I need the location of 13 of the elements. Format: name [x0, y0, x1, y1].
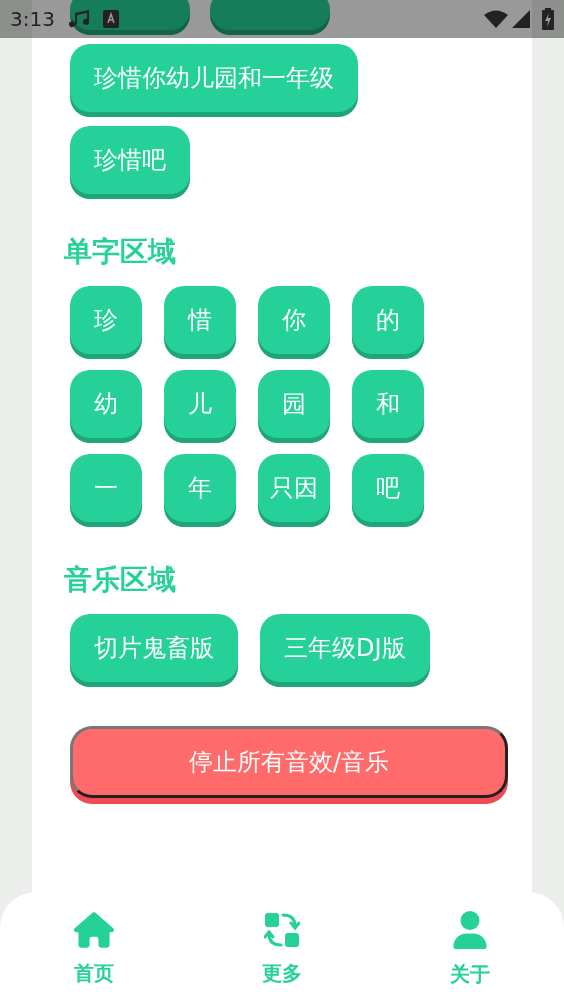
nav-tab[interactable]: 关于 — [420, 911, 520, 989]
nav-tab[interactable]: 更多 — [232, 912, 332, 988]
home-icon — [74, 912, 114, 948]
music-note-icon — [68, 9, 91, 29]
wifi-icon — [484, 10, 508, 28]
signal-icon — [512, 10, 530, 28]
status-time: 3:13 — [10, 6, 55, 33]
person-icon — [452, 911, 488, 949]
section-heading: 单字区域 — [64, 234, 177, 270]
battery-icon — [542, 8, 554, 30]
section-heading: 音乐区域 — [64, 562, 177, 598]
swap-icon — [264, 912, 300, 948]
nav-tab[interactable]: 首页 — [44, 912, 144, 988]
